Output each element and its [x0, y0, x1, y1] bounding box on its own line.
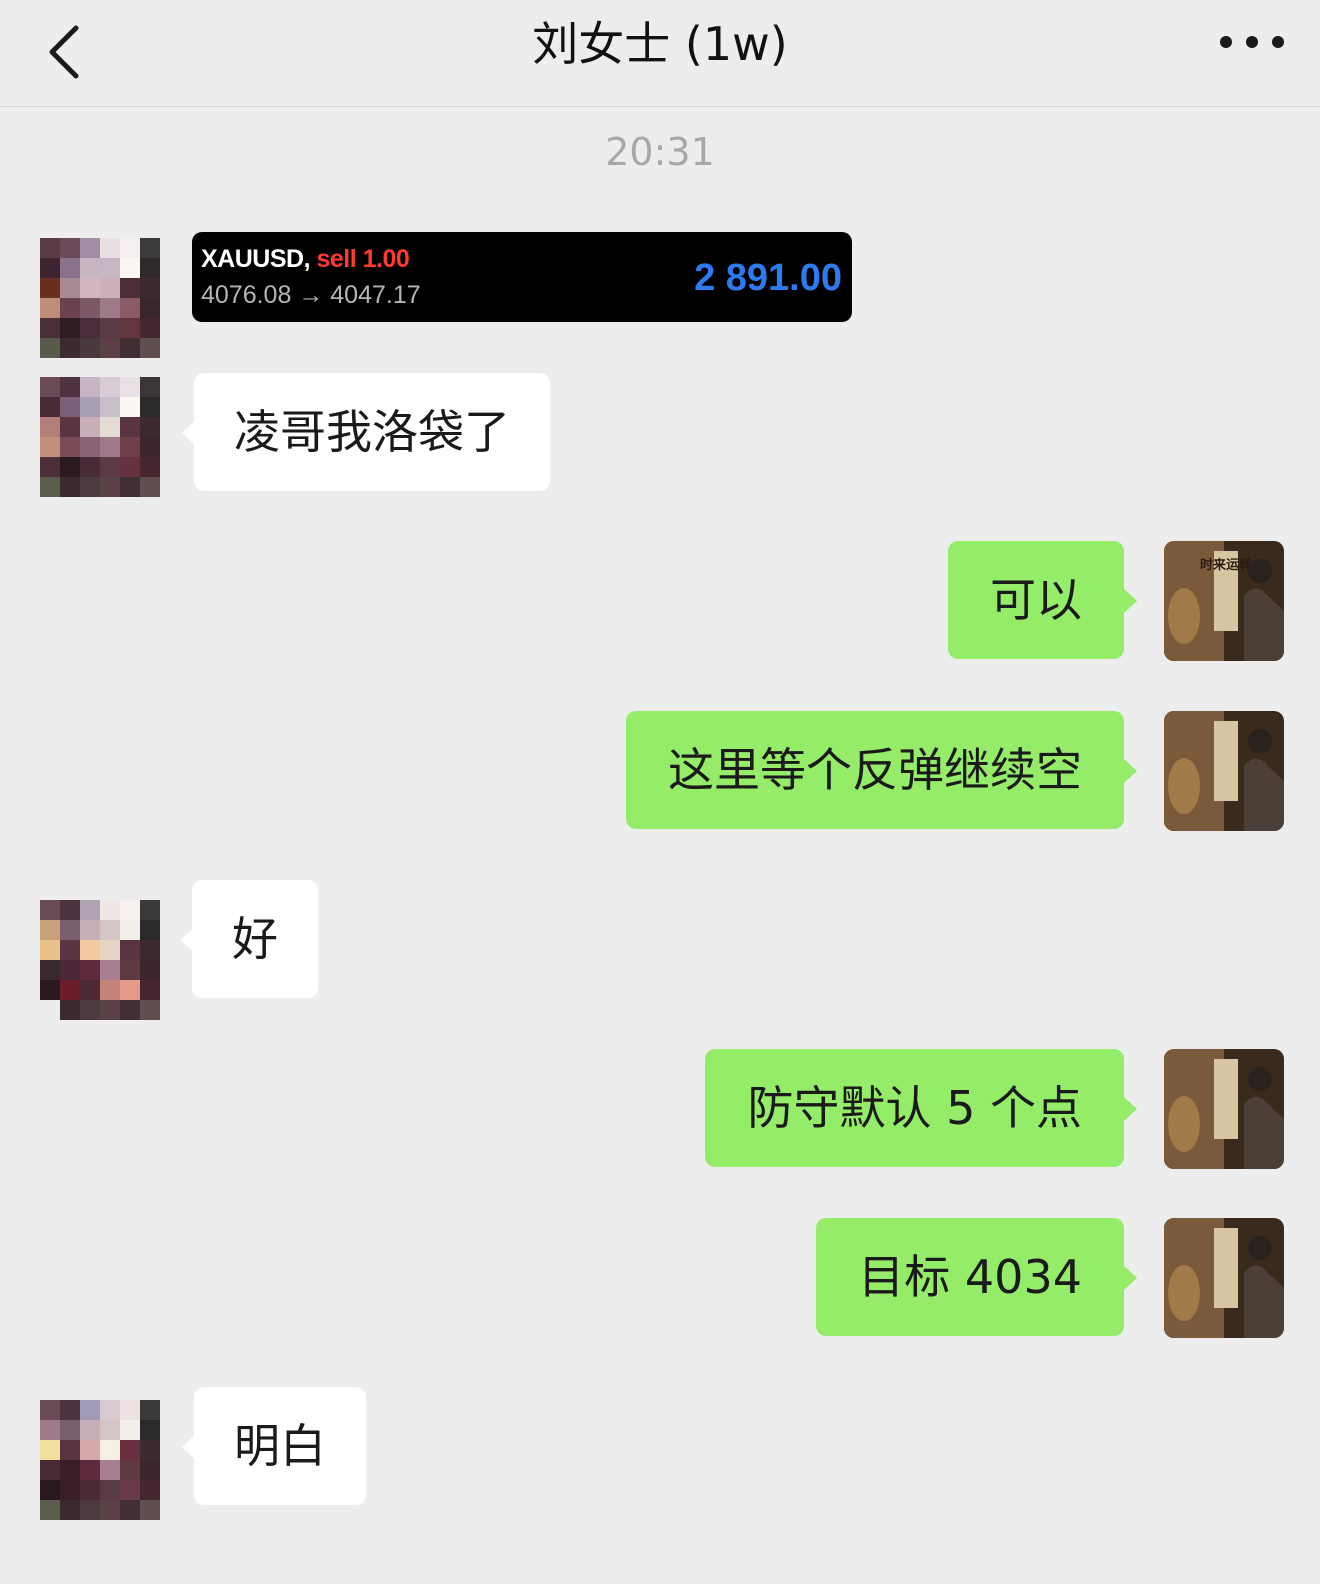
chat-header: 刘女士 (1w)	[0, 0, 1320, 107]
painting-avatar-image	[1164, 1218, 1284, 1338]
trade-profit: 2 891.00	[694, 257, 842, 299]
message-text: 好	[232, 912, 278, 966]
more-dots-icon	[1220, 36, 1284, 48]
self-avatar[interactable]	[1164, 1049, 1284, 1169]
trade-prices: 4076.08 → 4047.17	[201, 281, 421, 309]
contact-avatar[interactable]	[40, 377, 160, 497]
incoming-message-bubble[interactable]: 明白	[182, 1387, 366, 1505]
contact-avatar[interactable]	[40, 1400, 160, 1520]
chat-title: 刘女士 (1w)	[532, 17, 788, 71]
pixelated-avatar-image	[40, 900, 160, 1020]
outgoing-message-bubble[interactable]: 目标 4034	[816, 1218, 1137, 1336]
message-text: 可以	[990, 573, 1082, 627]
message-timestamp: 20:31	[605, 130, 715, 174]
contact-avatar[interactable]	[40, 900, 160, 1020]
svg-text:时来运转: 时来运转	[1200, 557, 1252, 573]
self-avatar[interactable]	[1164, 1218, 1284, 1338]
painting-avatar-image: 时来运转	[1164, 541, 1284, 661]
outgoing-message-bubble[interactable]: 可以	[948, 541, 1137, 659]
message-text: 明白	[234, 1419, 326, 1473]
trade-symbol: XAUUSD,	[201, 245, 311, 273]
pixelated-avatar-image	[40, 238, 160, 358]
incoming-message-bubble[interactable]: 好	[180, 880, 318, 998]
trade-title: XAUUSD, sell 1.00	[201, 244, 410, 274]
more-options-button[interactable]	[1212, 22, 1292, 62]
trade-result-card[interactable]: XAUUSD, sell 1.00 4076.08 → 4047.17 2 89…	[192, 232, 852, 322]
self-avatar[interactable]: 时来运转	[1164, 541, 1284, 661]
contact-avatar[interactable]	[40, 238, 160, 358]
pixelated-avatar-image	[40, 1400, 160, 1520]
incoming-message-bubble[interactable]: 凌哥我洛袋了	[182, 373, 550, 491]
pixelated-avatar-image	[40, 377, 160, 497]
message-text: 这里等个反弹继续空	[668, 743, 1082, 797]
self-avatar[interactable]	[1164, 711, 1284, 831]
message-text: 凌哥我洛袋了	[234, 405, 510, 459]
message-text: 防守默认 5 个点	[747, 1081, 1082, 1135]
outgoing-message-bubble[interactable]: 这里等个反弹继续空	[626, 711, 1137, 829]
message-text: 目标 4034	[858, 1250, 1082, 1304]
outgoing-message-bubble[interactable]: 防守默认 5 个点	[705, 1049, 1137, 1167]
painting-avatar-image	[1164, 1049, 1284, 1169]
trade-action: sell 1.00	[316, 245, 410, 273]
painting-avatar-image	[1164, 711, 1284, 831]
